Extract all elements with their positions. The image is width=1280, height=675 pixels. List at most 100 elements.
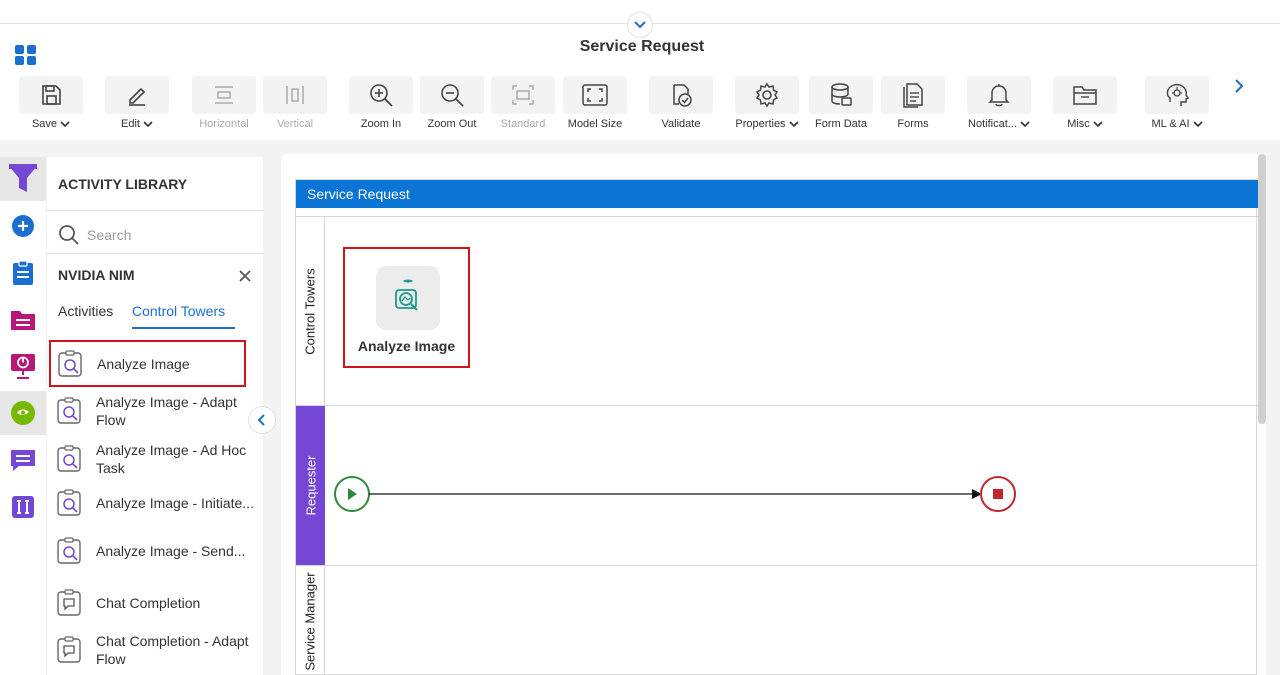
gear-icon — [755, 82, 779, 108]
chevron-down-icon — [788, 120, 799, 127]
rail-library[interactable] — [0, 157, 46, 201]
vertical-label: Vertical — [276, 118, 314, 130]
zoom-out-icon — [441, 84, 464, 107]
lane-service-manager[interactable]: Service Manager — [296, 565, 1258, 675]
rail-nvidia[interactable] — [0, 391, 46, 435]
library-title: ACTIVITY LIBRARY — [58, 176, 188, 192]
standard-size-icon — [512, 85, 534, 105]
analyze-image-task[interactable]: Analyze Image — [343, 247, 470, 368]
save-button[interactable]: Save — [18, 76, 84, 134]
activity-library-panel: ACTIVITY LIBRARY NVIDIA NIM Activities C… — [47, 157, 263, 675]
form-data-button[interactable]: Form Data — [808, 76, 874, 134]
model-size-label: Model Size — [567, 118, 623, 130]
model-size-button[interactable]: Model Size — [562, 76, 628, 134]
rail-add[interactable] — [0, 204, 46, 248]
page-title: Service Request — [579, 38, 705, 55]
list-item-label: Chat Completion - Adapt Flow — [96, 633, 249, 667]
list-item-label: Analyze Image - Adapt Flow — [96, 394, 237, 428]
rail-messages[interactable] — [0, 438, 46, 482]
zoom-in-label: Zoom In — [360, 118, 402, 130]
bell-icon — [988, 84, 1010, 107]
horizontal-layout-icon — [215, 86, 233, 104]
forms-label: Forms — [897, 118, 929, 130]
chevron-down-icon — [143, 120, 153, 127]
zoom-out-label: Zoom Out — [427, 118, 477, 130]
validate-button[interactable]: Validate — [648, 76, 714, 134]
clipboard-icon — [13, 260, 33, 285]
collapse-library-button[interactable] — [248, 406, 276, 434]
pool-header: Service Request — [296, 180, 1258, 208]
save-label: Save — [31, 118, 58, 130]
plus-circle-icon — [12, 215, 34, 237]
pool: Service Request Control Towers Analyze I… — [295, 179, 1258, 675]
rail-tasks[interactable] — [0, 251, 46, 295]
process-canvas[interactable]: Service Request Control Towers Analyze I… — [281, 154, 1266, 675]
nvidia-logo-icon — [11, 401, 35, 425]
notifications-label: Notificat... — [968, 118, 1017, 130]
ml-ai-label: ML & AI — [1151, 118, 1190, 130]
vertical-button[interactable]: Vertical — [262, 76, 328, 134]
search-icon — [59, 225, 79, 245]
misc-button[interactable]: Misc — [1052, 76, 1118, 134]
horizontal-button[interactable]: Horizontal — [191, 76, 257, 134]
analyze-image-icon — [57, 445, 81, 472]
tab-control-towers[interactable]: Control Towers — [132, 303, 225, 319]
forms-icon — [903, 83, 923, 108]
form-data-label: Form Data — [815, 118, 867, 130]
lane-control-towers[interactable]: Control Towers Analyze Image — [296, 216, 1258, 405]
vertical-scrollbar[interactable] — [1258, 154, 1266, 424]
misc-label: Misc — [1067, 118, 1090, 130]
analyze-image-icon — [57, 489, 81, 516]
list-item[interactable]: Chat Completion - Adapt Flow — [56, 632, 254, 668]
database-icon — [831, 83, 852, 106]
presentation-chart-icon — [11, 354, 35, 379]
zoom-out-button[interactable]: Zoom Out — [419, 76, 485, 134]
chevron-down-icon — [634, 21, 646, 29]
edit-label: Edit — [121, 118, 140, 130]
list-item-label: Analyze Image - Send... — [96, 543, 246, 559]
top-bar: Service Request Save Edit Horizontal Ver… — [0, 0, 1280, 140]
tab-activities[interactable]: Activities — [58, 303, 113, 319]
rail-reports[interactable] — [0, 344, 46, 388]
chevron-down-icon — [1192, 120, 1203, 127]
chevron-down-icon — [1020, 120, 1030, 127]
search-input[interactable] — [87, 223, 257, 247]
analyze-image-icon — [57, 537, 81, 564]
pencil-icon — [129, 87, 146, 106]
notifications-button[interactable]: Notificat... — [966, 76, 1032, 134]
forms-button[interactable]: Forms — [880, 76, 946, 134]
lane-header: Service Manager — [296, 566, 325, 675]
close-icon[interactable] — [237, 268, 253, 284]
zoom-in-button[interactable]: Zoom In — [348, 76, 414, 134]
validate-icon — [673, 84, 692, 107]
list-item[interactable]: Chat Completion — [56, 589, 254, 617]
lane-requester[interactable]: Requester — [296, 405, 1258, 565]
properties-label: Properties — [735, 118, 786, 130]
list-item[interactable]: Analyze Image — [49, 340, 246, 387]
ml-ai-button[interactable]: ML & AI — [1144, 76, 1210, 134]
edit-button[interactable]: Edit — [104, 76, 170, 134]
folder-icon — [11, 311, 35, 330]
category-title: NVIDIA NIM — [58, 267, 135, 283]
left-rail — [0, 157, 46, 675]
list-item[interactable]: Analyze Image - Send... — [56, 537, 254, 565]
horizontal-label: Horizontal — [199, 118, 249, 130]
standard-button[interactable]: Standard — [490, 76, 556, 134]
list-item-label: Analyze Image - Ad Hoc Task — [96, 442, 247, 476]
list-item-label: Chat Completion — [96, 595, 201, 611]
list-item[interactable]: Analyze Image - Adapt Flow — [56, 393, 254, 429]
properties-button[interactable]: Properties — [734, 76, 800, 134]
fit-screen-icon — [582, 84, 608, 106]
vertical-layout-icon — [286, 86, 304, 104]
chevron-right-icon[interactable] — [1229, 76, 1249, 96]
rail-forms[interactable] — [0, 298, 46, 342]
collapse-header-button[interactable] — [627, 12, 653, 38]
active-tab-indicator — [132, 327, 235, 329]
list-item[interactable]: Analyze Image - Ad Hoc Task — [56, 441, 254, 477]
list-item-label: Analyze Image - Initiate... — [96, 495, 254, 511]
chat-completion-icon — [57, 636, 81, 663]
rail-integration[interactable] — [0, 485, 46, 529]
folder-icon — [1073, 86, 1097, 105]
list-item[interactable]: Analyze Image - Initiate... — [56, 489, 254, 517]
lane-header: Control Towers — [296, 217, 325, 405]
